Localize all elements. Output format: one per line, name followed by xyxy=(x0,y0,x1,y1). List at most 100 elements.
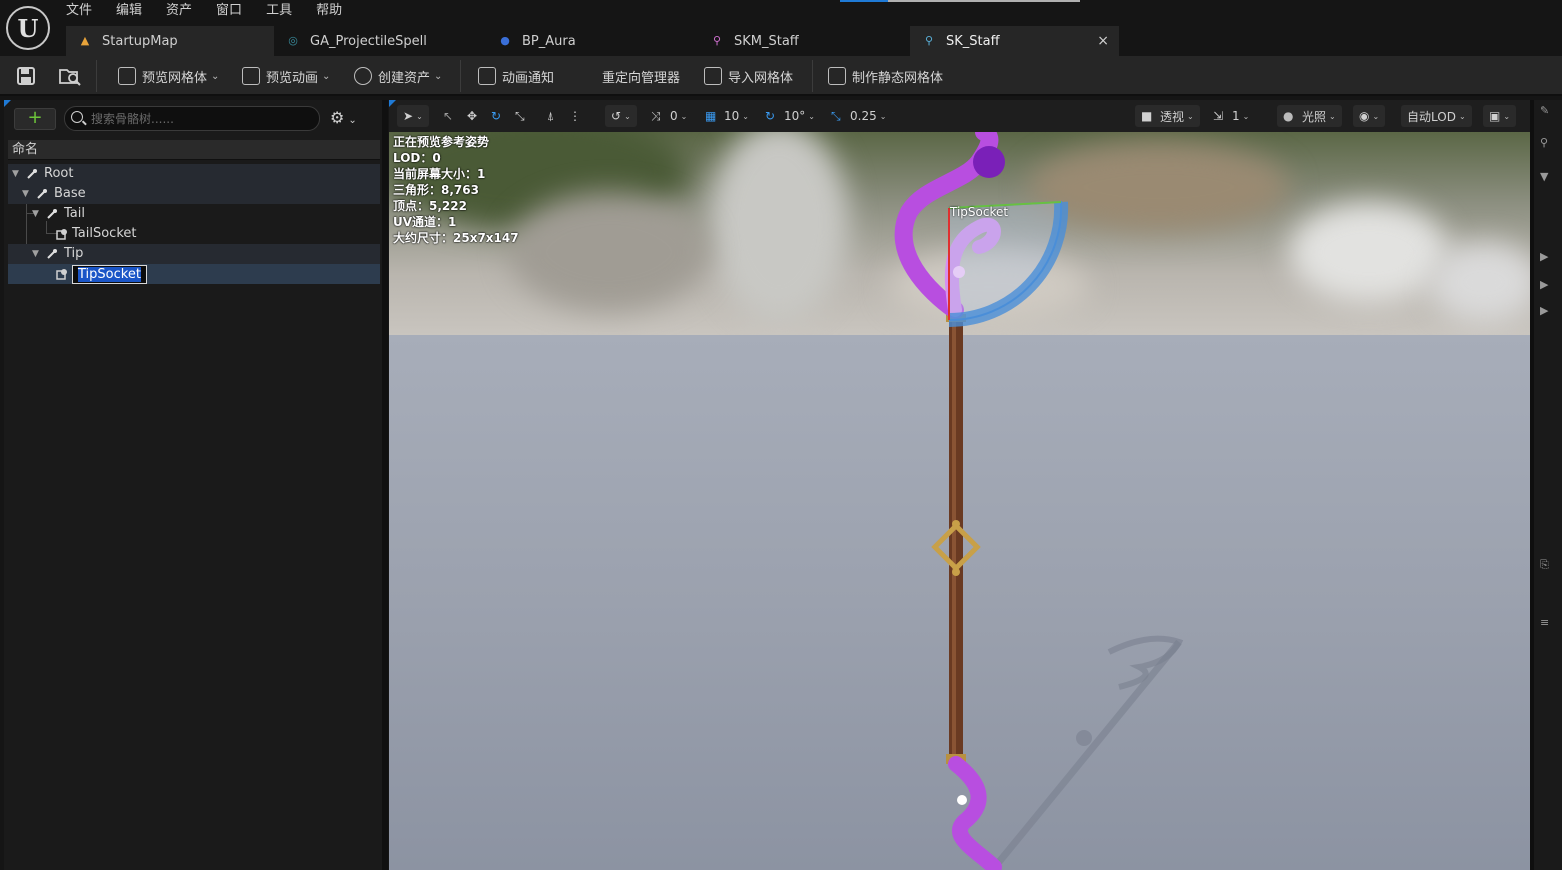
scale-icon: ⤡ xyxy=(515,108,525,123)
edit-pencil-icon[interactable]: ✎ xyxy=(1540,104,1549,117)
expand-arrow-icon[interactable]: ▼ xyxy=(32,244,39,264)
column-header-name[interactable]: 命名 xyxy=(8,140,380,160)
tree-row-label: TailSocket xyxy=(72,226,137,241)
blueprint-icon: ● xyxy=(500,34,510,47)
tab-label: GA_ProjectileSpell xyxy=(310,33,427,49)
close-tab-icon[interactable]: × xyxy=(1097,33,1109,49)
filter-icon[interactable]: ≡ xyxy=(1540,616,1549,629)
tree-settings-button[interactable]: ⚙ ⌄ xyxy=(330,108,370,128)
panel-splitter[interactable] xyxy=(382,100,388,870)
translate-tool-button[interactable]: ✥ xyxy=(467,105,477,127)
translate-snap-icon: ⤨ xyxy=(651,109,661,123)
tab-skm-staff[interactable]: ⚲ SKM_Staff xyxy=(698,26,910,56)
curves-panel-icon[interactable]: ⎘ xyxy=(1540,558,1549,572)
top-progress-bar xyxy=(840,0,1080,2)
rotation-snap-button[interactable]: ↻ 10° ⌄ xyxy=(765,105,815,127)
view-mode-button[interactable]: ■ 透视 ⌄ xyxy=(1135,105,1200,127)
expand-arrow-icon[interactable]: ▶ xyxy=(1540,304,1548,317)
grid-snap-button[interactable]: ▦ 10 ⌄ xyxy=(705,105,749,127)
add-socket-button[interactable]: + xyxy=(14,108,56,130)
show-flags-button[interactable]: ◉ ⌄ xyxy=(1353,105,1386,127)
save-button[interactable] xyxy=(16,64,36,88)
translate-snap-button[interactable]: ⤨ 0 ⌄ xyxy=(651,105,687,127)
tree-row-tip[interactable]: ▼ Tip xyxy=(8,244,380,264)
animation-notify-button[interactable]: 动画通知 xyxy=(478,64,554,88)
lighting-mode-button[interactable]: ● 光照 ⌄ xyxy=(1277,105,1342,127)
menu-bar: 文件 编辑 资产 窗口 工具 帮助 xyxy=(66,2,366,22)
unreal-logo-icon[interactable]: U xyxy=(6,6,50,50)
expand-arrow-icon[interactable]: ▶ xyxy=(1540,250,1548,263)
chevron-down-icon: ⌄ xyxy=(742,111,749,121)
more-options-button[interactable]: ⋮ xyxy=(569,105,581,127)
rename-socket-field[interactable]: TipSocket xyxy=(72,265,147,284)
coordinate-space-button[interactable]: ↺ ⌄ xyxy=(605,105,637,127)
translate-snap-value: 0 xyxy=(670,109,678,123)
lod-button[interactable]: 自动LOD ⌄ xyxy=(1401,105,1472,127)
expand-arrow-icon[interactable]: ▼ xyxy=(32,204,39,224)
rotation-snap-value: 10° xyxy=(784,109,806,123)
viewport-layout-button[interactable]: ▣ ⌄ xyxy=(1483,105,1517,127)
chevron-down-icon: ⌄ xyxy=(1187,111,1194,121)
menu-file[interactable]: 文件 xyxy=(66,2,105,22)
browse-folder-icon xyxy=(59,69,81,86)
camera-speed-button[interactable]: ⇲ 1 ⌄ xyxy=(1213,105,1249,127)
image-icon: ▣ xyxy=(1489,109,1501,123)
expand-arrow-icon[interactable]: ▼ xyxy=(22,184,29,204)
mesh-icon xyxy=(118,67,136,85)
skeleton-search-input[interactable] xyxy=(91,109,311,128)
expand-arrow-icon[interactable]: ▼ xyxy=(1540,170,1548,183)
tab-startupmap[interactable]: ▲ StartupMap xyxy=(66,26,274,56)
tree-row-tail[interactable]: ▼ Tail xyxy=(8,204,380,224)
retarget-manager-button[interactable]: 重定向管理器 xyxy=(602,64,680,88)
static-mesh-icon xyxy=(828,67,846,85)
stat-line: 当前屏幕大小：1 xyxy=(393,167,486,181)
rotation-snap-icon: ↻ xyxy=(765,109,776,123)
surface-snap-button[interactable]: ⍋ xyxy=(547,105,554,127)
tab-label: BP_Aura xyxy=(522,33,576,49)
stat-line: UV通道：1 xyxy=(393,215,457,229)
preview-mesh-button[interactable]: 预览网格体 ⌄ xyxy=(118,64,219,88)
tab-label: SKM_Staff xyxy=(734,33,799,49)
menu-help[interactable]: 帮助 xyxy=(316,2,355,22)
create-asset-button[interactable]: 创建资产 ⌄ xyxy=(354,64,442,88)
make-static-mesh-button[interactable]: 制作静态网格体 xyxy=(828,64,943,88)
eye-icon: ◉ xyxy=(1359,109,1370,123)
search-icon[interactable]: ⚲ xyxy=(1540,136,1548,149)
viewport-scene[interactable]: TipSocket 正在预览参考姿势 LOD：0 当前屏幕大小：1 三角形：8,… xyxy=(389,112,1530,870)
select-tool-button[interactable]: ↖ xyxy=(443,105,453,127)
scale-snap-button[interactable]: ⤡ 0.25 ⌄ xyxy=(831,105,886,127)
tree-row-tailsocket[interactable]: TailSocket xyxy=(8,224,380,244)
retarget-manager-label: 重定向管理器 xyxy=(602,70,681,86)
surface-snap-icon: ⍋ xyxy=(547,108,555,123)
menu-asset[interactable]: 资产 xyxy=(166,2,205,22)
preview-animation-button[interactable]: 预览动画 ⌄ xyxy=(242,64,330,88)
tab-sk-staff[interactable]: ⚲ SK_Staff × xyxy=(910,26,1119,56)
import-mesh-button[interactable]: 导入网格体 xyxy=(704,64,793,88)
select-mode-button[interactable]: ➤ ⌄ xyxy=(397,105,429,127)
chevron-down-icon: ⌄ xyxy=(416,111,423,121)
browse-asset-button[interactable] xyxy=(58,64,82,88)
menu-edit[interactable]: 编辑 xyxy=(116,2,155,22)
chevron-down-icon: ⌄ xyxy=(1458,111,1466,121)
socket-icon xyxy=(56,229,67,240)
lod-label: 自动LOD xyxy=(1407,109,1456,124)
chevron-down-icon: ⌄ xyxy=(680,111,688,121)
tree-row-label: Root xyxy=(44,166,74,181)
rotate-tool-button[interactable]: ↻ xyxy=(491,105,501,127)
tree-row-base[interactable]: ▼ Base xyxy=(8,184,380,204)
expand-arrow-icon[interactable]: ▼ xyxy=(12,164,19,184)
scale-tool-button[interactable]: ⤡ xyxy=(515,105,525,127)
preview-animation-label: 预览动画 xyxy=(266,70,319,86)
tab-ga-projectilespell[interactable]: ◎ GA_ProjectileSpell xyxy=(274,26,486,56)
bone-icon xyxy=(47,249,57,259)
tab-label: StartupMap xyxy=(102,33,178,49)
document-tab-bar: ▲ StartupMap ◎ GA_ProjectileSpell ● BP_A… xyxy=(66,26,1119,56)
preview-viewport[interactable]: TipSocket 正在预览参考姿势 LOD：0 当前屏幕大小：1 三角形：8,… xyxy=(389,100,1530,870)
menu-tools[interactable]: 工具 xyxy=(266,2,305,22)
menu-window[interactable]: 窗口 xyxy=(216,2,255,22)
tree-row-root[interactable]: ▼ Root xyxy=(8,164,380,184)
tree-row-label: Tail xyxy=(64,206,85,221)
tab-bp-aura[interactable]: ● BP_Aura xyxy=(486,26,698,56)
expand-arrow-icon[interactable]: ▶ xyxy=(1540,278,1548,291)
tree-row-tipsocket[interactable]: TipSocket xyxy=(8,264,380,284)
